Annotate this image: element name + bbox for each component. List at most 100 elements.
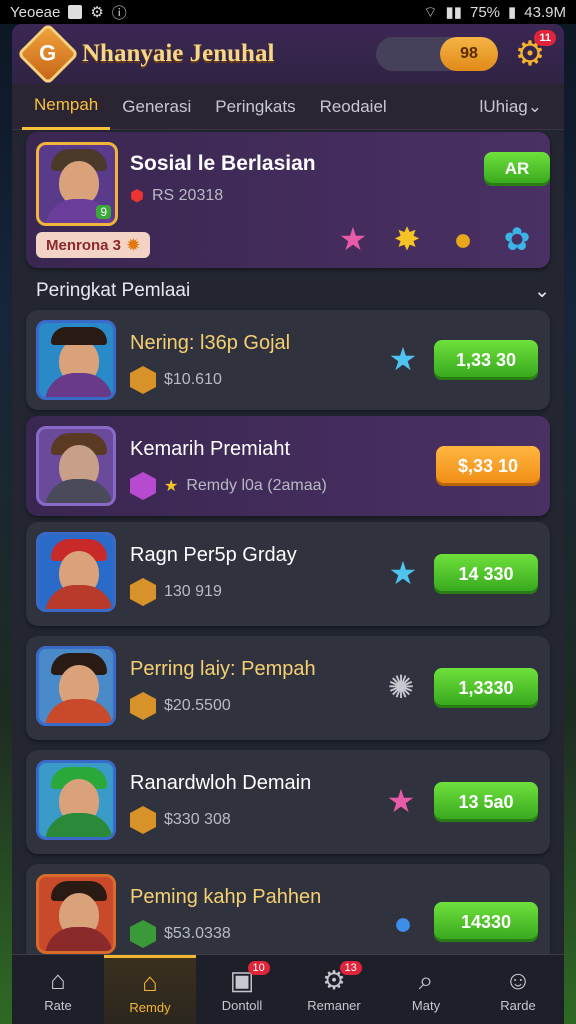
star-gem-icon: ★ xyxy=(388,555,418,591)
player-avatar xyxy=(36,874,116,954)
player-score-row: $53.0338 xyxy=(130,920,231,948)
nav-remdy[interactable]: ⌂ Remdy xyxy=(104,955,196,1024)
app-header: G Nhanyaie Jenuhal 98 ⚙ 11 xyxy=(12,24,564,86)
rank-hex-icon xyxy=(130,920,156,948)
star-gem-icon: ★ xyxy=(338,221,368,257)
battery-icon: ▮ xyxy=(508,4,517,21)
notification-icon xyxy=(68,5,83,19)
rank-hex-icon xyxy=(130,366,156,394)
nav-maty[interactable]: ⌕ Maty xyxy=(380,955,472,1024)
carrier-label: Yeoeae xyxy=(10,3,61,21)
featured-tag: Menrona 3 ✹ xyxy=(36,232,150,258)
tab-peringkats[interactable]: Peringkats xyxy=(203,84,307,130)
blue-gear-icon: ✿ xyxy=(503,221,531,257)
clock: 43.9M xyxy=(524,3,566,21)
list-item[interactable]: Ranardwloh Demain $330 308 ★ 13 5a0 xyxy=(26,750,550,854)
nav-label: Maty xyxy=(411,998,441,1013)
player-score: $53.0338 xyxy=(164,925,231,942)
gold-badge-icon: ✸ xyxy=(393,221,421,257)
player-avatar xyxy=(36,532,116,612)
nav-rarde[interactable]: ☺ Rarde xyxy=(472,955,564,1024)
app-title: Nhanyaie Jenuhal xyxy=(82,40,275,67)
house-icon: ⌂ xyxy=(142,966,158,997)
player-action-button[interactable]: 13 5a0 xyxy=(434,782,538,822)
search-icon: ⌕ xyxy=(418,965,434,995)
featured-name: Sosial le Berlasian xyxy=(130,152,316,175)
home-icon: ⌂ xyxy=(50,965,66,995)
tab-reodaiel[interactable]: Reodaiel xyxy=(308,84,399,130)
nav-label: Rarde xyxy=(500,998,536,1013)
avatar-body xyxy=(45,479,113,503)
player-score: 130 919 xyxy=(164,583,222,600)
nav-dontoll[interactable]: ▣ 10 Dontoll xyxy=(196,955,288,1024)
info-icon: ⓘ xyxy=(111,4,127,22)
player-avatar xyxy=(36,646,116,726)
nav-rate[interactable]: ⌂ Rate xyxy=(12,955,104,1024)
list-item[interactable]: Ragn Per5p Grday 130 919 ★ 14 330 xyxy=(26,522,550,626)
list-item[interactable]: Nering: l36p Gojal $10.610 ★ 1,33 30 xyxy=(26,310,550,410)
avatar-body xyxy=(45,373,113,397)
coin-balance[interactable]: 98 xyxy=(376,37,498,71)
featured-avatar: 9 xyxy=(36,142,118,226)
player-avatar xyxy=(36,760,116,840)
section-header[interactable]: Peringkat Pemlaai ⌄ xyxy=(36,280,550,303)
rank-hex-icon xyxy=(130,578,156,606)
nav-label: Remdy xyxy=(129,999,171,1015)
player-score-row: ★ Remdy l0a (2amaa) xyxy=(130,472,327,500)
avatar-body xyxy=(45,813,113,837)
shell-icon: ✺ xyxy=(387,669,415,705)
tag-gem-icon: ✹ xyxy=(127,237,140,254)
rank-hex-icon xyxy=(130,472,156,500)
avatar-body xyxy=(45,699,113,723)
list-item[interactable]: Peming kahp Pahhen $53.0338 ● 14330 xyxy=(26,864,550,960)
settings-status-icon: ⚙ xyxy=(90,4,104,21)
player-name: Ranardwloh Demain xyxy=(130,772,312,794)
chevron-down-icon: ⌄ xyxy=(534,281,550,302)
tab-nempah[interactable]: Nempah xyxy=(22,84,111,130)
player-avatar xyxy=(36,320,116,400)
star-gem-icon: ★ xyxy=(386,783,416,819)
avatar-body xyxy=(45,585,113,609)
section-title: Peringkat Pemlaai xyxy=(36,280,191,301)
player-score: $20.5500 xyxy=(164,697,231,714)
player-action-button[interactable]: 1,33 30 xyxy=(434,340,538,380)
player-action-button[interactable]: $,33 10 xyxy=(436,446,540,486)
nav-badge: 10 xyxy=(247,961,270,975)
player-action-button[interactable]: 14330 xyxy=(434,902,538,942)
rank-hex-icon xyxy=(130,806,156,834)
star-gem-icon: ★ xyxy=(388,341,418,377)
player-action-button[interactable]: 1,3330 xyxy=(434,668,538,708)
rank-hex-icon xyxy=(130,692,156,720)
player-action-button[interactable]: 14 330 xyxy=(434,554,538,594)
bottom-nav: ⌂ Rate ⌂ Remdy ▣ 10 Dontoll ⚙ 13 Remaner… xyxy=(12,954,564,1024)
nav-label: Rate xyxy=(44,998,72,1013)
user-icon: ☺ xyxy=(504,965,532,995)
player-name: Perring laiy: Pempah xyxy=(130,658,316,680)
player-score-row: $20.5500 xyxy=(130,692,231,720)
player-avatar xyxy=(36,426,116,506)
featured-score-row: ⬢ RS 20318 xyxy=(130,186,223,206)
logo-glyph: G xyxy=(39,41,57,66)
status-bar: Yeoeae ⚙ ⓘ ⌔ ▮▮ 75% ▮ 43.9M xyxy=(0,0,576,24)
list-item[interactable]: Perring laiy: Pempah $20.5500 ✺ 1,3330 xyxy=(26,636,550,740)
featured-action-button[interactable]: AR xyxy=(484,152,550,186)
nav-remaner[interactable]: ⚙ 13 Remaner xyxy=(288,955,380,1024)
tab-generasi[interactable]: Generasi xyxy=(110,84,203,130)
player-score-row: $10.610 xyxy=(130,366,222,394)
settings-button[interactable]: ⚙ 11 xyxy=(510,30,556,74)
player-score-row: 130 919 xyxy=(130,578,222,606)
coin-count: 98 xyxy=(440,37,498,71)
tab-bar: Nempah Generasi Peringkats Reodaiel lUhi… xyxy=(12,84,564,130)
featured-score: RS 20318 xyxy=(151,187,224,204)
player-name: Nering: l36p Gojal xyxy=(130,332,291,354)
nav-label: Dontoll xyxy=(221,998,263,1013)
avatar-level: 9 xyxy=(96,205,111,219)
wifi-icon: ⌔ xyxy=(423,3,438,21)
nav-label: Remaner xyxy=(307,998,361,1013)
orb-icon: ● xyxy=(393,905,413,941)
list-item[interactable]: Kemarih Premiaht ★ Remdy l0a (2amaa) $,33… xyxy=(26,416,550,516)
tab-more[interactable]: lUhiag⌄ xyxy=(468,84,554,130)
featured-card[interactable]: 9 Sosial le Berlasian ⬢ RS 20318 Menrona… xyxy=(26,132,550,268)
avatar-hair xyxy=(51,327,107,345)
nav-badge: 13 xyxy=(339,961,362,975)
